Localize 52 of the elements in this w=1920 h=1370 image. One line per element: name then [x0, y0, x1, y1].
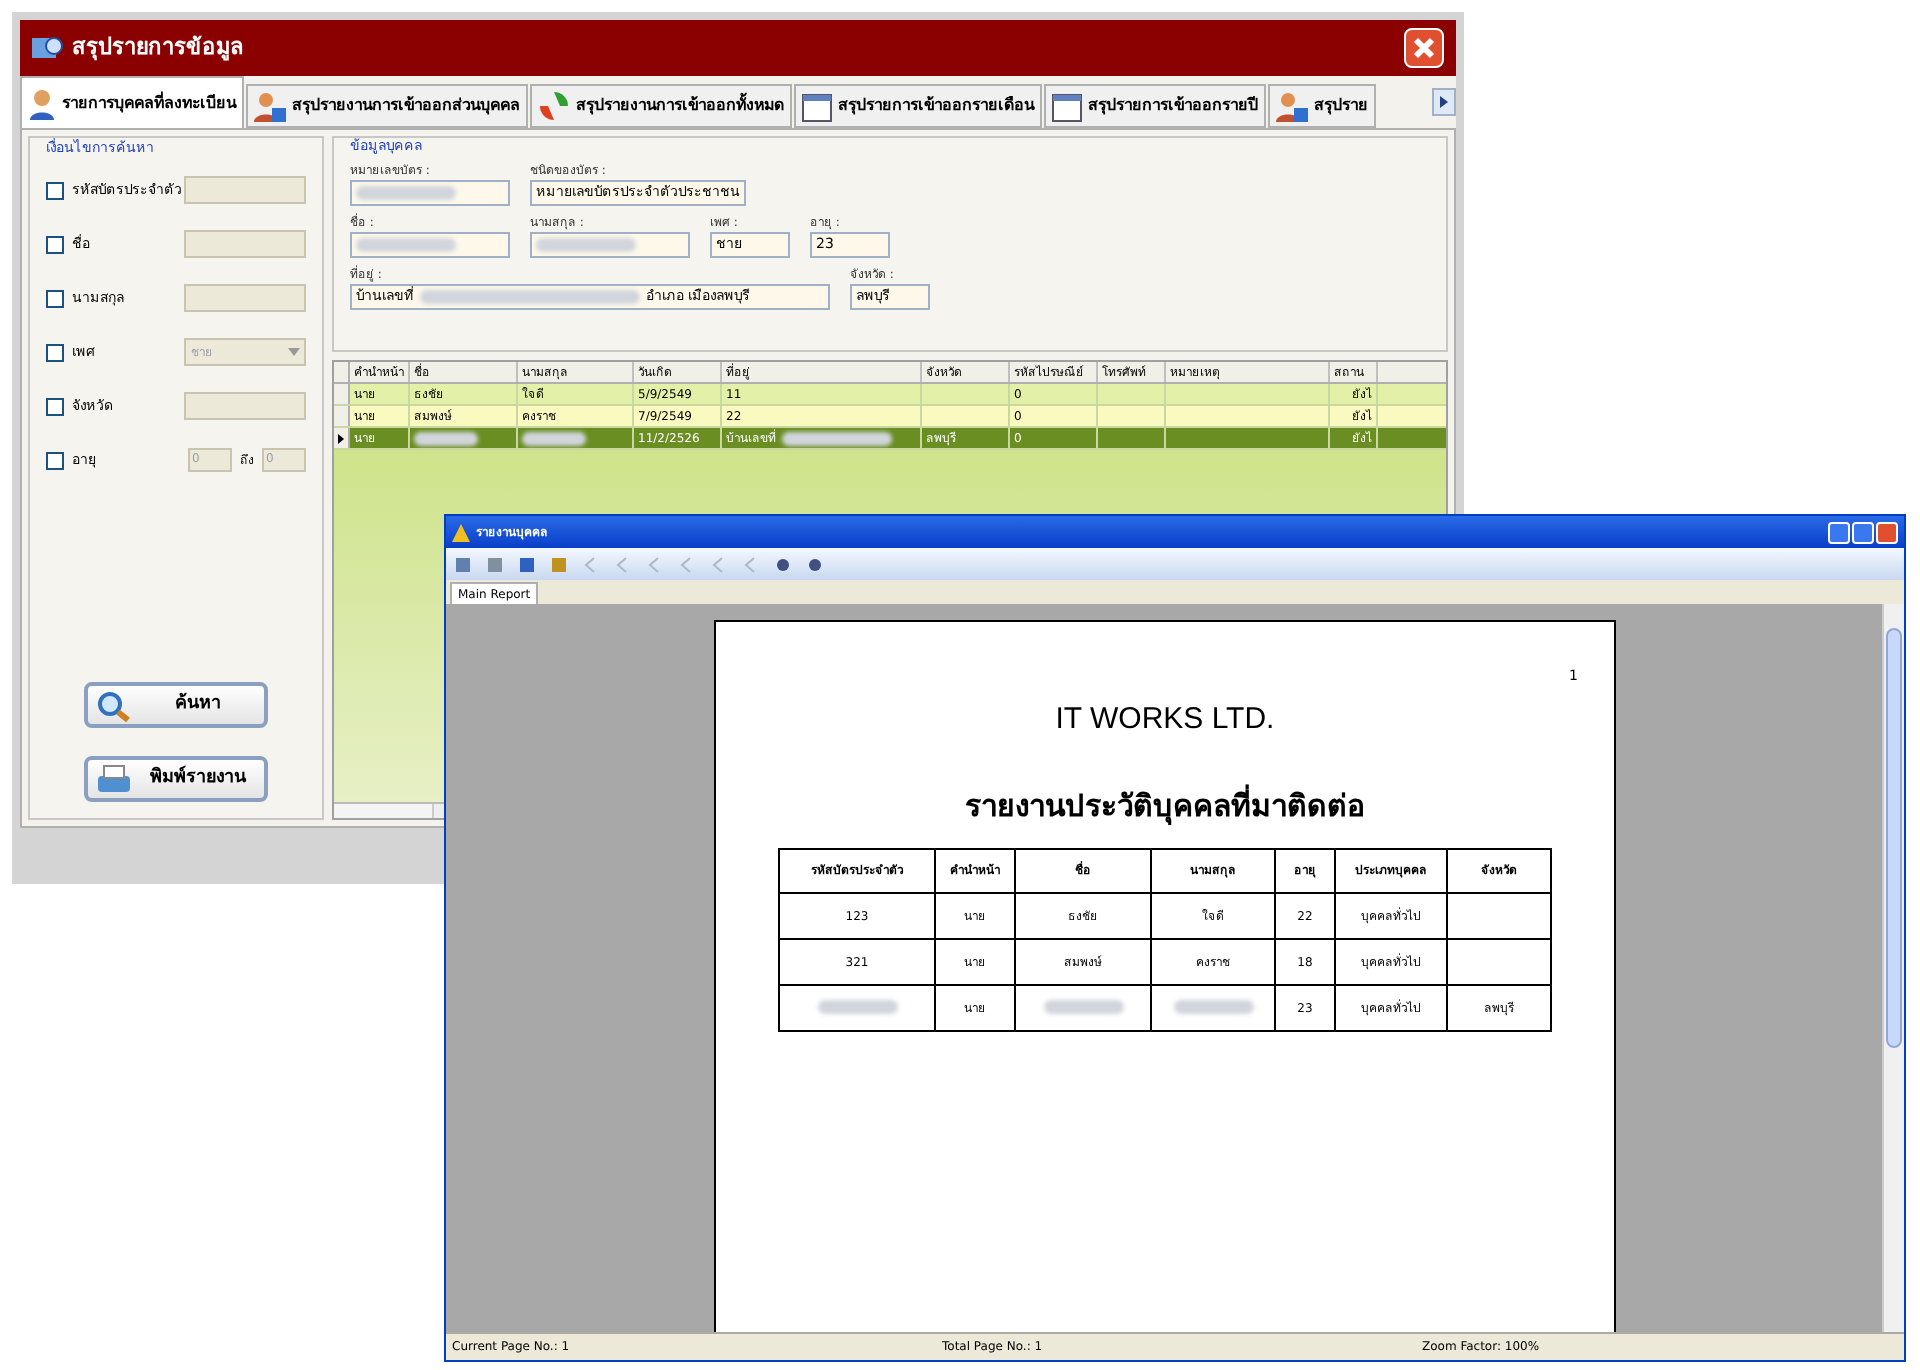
minimize-button[interactable]: [1828, 521, 1850, 543]
checkbox[interactable]: [46, 235, 64, 253]
chevron-right-icon: [1440, 96, 1448, 108]
search-button[interactable]: ค้นหา: [84, 682, 268, 728]
blurred-text: [1043, 1000, 1123, 1015]
close-icon: [1412, 36, 1436, 60]
horizontal-scrollbar[interactable]: [334, 804, 434, 818]
magnifier-icon: [32, 34, 64, 62]
input-field[interactable]: [184, 176, 306, 204]
scrollbar[interactable]: [1882, 604, 1904, 1332]
report-title: รายงานประวัติบุคคลที่มาติดต่อ: [965, 783, 1365, 828]
calendar-icon: [1052, 91, 1082, 121]
blurred-text: [817, 1000, 897, 1015]
scrollbar-thumb[interactable]: [1886, 628, 1902, 1048]
close-button[interactable]: [1876, 521, 1898, 543]
tab[interactable]: รายการบุคคลที่ลงทะเบียน: [20, 76, 244, 128]
input-field[interactable]: [350, 179, 510, 205]
maximize-button[interactable]: [1852, 521, 1874, 543]
blurred-text: [1173, 1000, 1253, 1015]
people-icon: [254, 90, 286, 122]
close-button[interactable]: [1404, 28, 1444, 68]
checkbox[interactable]: [46, 451, 64, 469]
tab[interactable]: สรุปรายการเข้าออกรายเดือน: [794, 84, 1042, 128]
blurred-text: [782, 431, 892, 445]
tab[interactable]: สรุปรายงานการเข้าออกทั้งหมด: [530, 84, 792, 128]
company-name: IT WORKS LTD.: [1055, 700, 1275, 740]
row-header[interactable]: [334, 428, 350, 448]
input-field[interactable]: [184, 392, 306, 420]
caret-icon: [288, 348, 300, 356]
printer-icon: [96, 763, 132, 795]
window-title: สรุปรายการข้อมูล: [72, 31, 244, 65]
person-icon: [28, 87, 56, 119]
checkbox[interactable]: [46, 343, 64, 361]
tab[interactable]: สรุปรายงานการเข้าออกส่วนบุคคล: [246, 84, 528, 128]
print-button[interactable]: พิมพ์รายงาน: [84, 756, 268, 802]
row-pointer-icon: [338, 433, 344, 443]
input-field[interactable]: [530, 231, 690, 257]
people-icon: [1276, 90, 1308, 122]
report-icon: [452, 523, 470, 541]
input-field[interactable]: [184, 284, 306, 312]
checkbox[interactable]: [46, 397, 64, 415]
tab-scroll-button[interactable]: [1432, 88, 1456, 116]
blurred-text: [414, 431, 478, 445]
search-icon: [96, 689, 132, 721]
checkbox[interactable]: [46, 181, 64, 199]
blurred-text: [522, 431, 586, 445]
checkbox[interactable]: [46, 289, 64, 307]
input-field[interactable]: [350, 231, 510, 257]
calendar-icon: [802, 91, 832, 121]
input-field[interactable]: [184, 230, 306, 258]
tab[interactable]: สรุปรายการเข้าออกรายปี: [1044, 84, 1266, 128]
tab[interactable]: สรุปราย: [1268, 84, 1376, 128]
